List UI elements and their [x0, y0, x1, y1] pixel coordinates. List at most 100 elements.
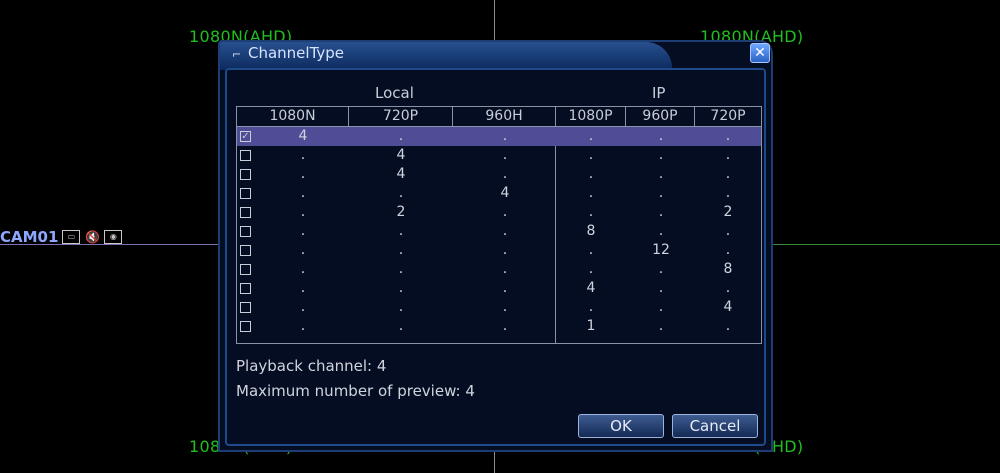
dialog-titlebar[interactable]: ⌐ ChannelType	[220, 42, 672, 70]
table-cell: .	[300, 280, 306, 296]
table-cell: 4	[586, 280, 596, 296]
table-row[interactable]: ... 8..	[237, 222, 761, 241]
table-cell: .	[725, 128, 731, 144]
table-row[interactable]: .... 12.	[237, 241, 761, 260]
table-cell: .	[502, 223, 508, 239]
grid-horizontal-line-right	[772, 244, 1000, 245]
table-cell: .	[588, 166, 594, 182]
table-cell: .	[588, 299, 594, 315]
column-header-720p-local: 720P	[349, 107, 453, 127]
table-cell: .	[502, 204, 508, 220]
table-cell: .	[398, 223, 404, 239]
table-cell: .	[658, 128, 664, 144]
table-row[interactable]: . 2... 2	[237, 203, 761, 222]
table-cell: 2	[723, 204, 733, 220]
table-cell: .	[398, 299, 404, 315]
table-cell: .	[502, 166, 508, 182]
row-checkbox[interactable]	[240, 169, 251, 180]
table-row[interactable]: ... 1..	[237, 317, 761, 336]
table-cell: .	[725, 280, 731, 296]
table-cell: .	[658, 147, 664, 163]
table-cell: .	[300, 242, 306, 258]
table-cell: 4	[298, 128, 308, 144]
table-cell: 12	[652, 242, 670, 258]
ip-group-title: IP	[652, 84, 666, 102]
table-cell: 8	[723, 261, 733, 277]
table-cell: .	[588, 204, 594, 220]
row-checkbox[interactable]	[240, 283, 251, 294]
table-cell: 4	[396, 147, 406, 163]
table-cell: .	[300, 147, 306, 163]
table-cell: .	[398, 185, 404, 201]
row-checkbox[interactable]	[240, 207, 251, 218]
record-icon: ▭	[62, 230, 81, 244]
table-cell: .	[300, 223, 306, 239]
table-cell: .	[300, 318, 306, 334]
table-row[interactable]: ... 4..	[237, 279, 761, 298]
channel-type-dialog: ⌐ ChannelType ✕ Local IP 1080N 720P 960H…	[218, 40, 773, 452]
table-cell: .	[502, 242, 508, 258]
channel-type-table: 1080N 720P 960H 1080P 960P 720P ✓ 4......…	[236, 106, 762, 344]
dialog-title: ChannelType	[248, 44, 345, 62]
table-cell: .	[502, 299, 508, 315]
table-cell: .	[588, 185, 594, 201]
table-row[interactable]: ✓ 4.....	[237, 127, 761, 146]
camera-name: CAM01	[0, 228, 59, 246]
ok-button[interactable]: OK	[578, 414, 664, 438]
camera-icon: ◉	[104, 230, 123, 244]
column-header-1080n: 1080N	[237, 107, 349, 127]
table-cell: .	[658, 185, 664, 201]
table-cell: .	[658, 261, 664, 277]
table-row[interactable]: . 4....	[237, 146, 761, 165]
table-cell: .	[398, 242, 404, 258]
row-checkbox[interactable]	[240, 245, 251, 256]
table-cell: .	[725, 223, 731, 239]
row-checkbox[interactable]: ✓	[240, 131, 251, 142]
table-cell: .	[658, 280, 664, 296]
table-cell: .	[300, 261, 306, 277]
table-row[interactable]: .. 4...	[237, 184, 761, 203]
close-button[interactable]: ✕	[750, 43, 770, 63]
table-cell: .	[502, 318, 508, 334]
table-cell: .	[588, 261, 594, 277]
dialog-title-icon: ⌐	[232, 48, 242, 61]
row-checkbox[interactable]	[240, 264, 251, 275]
table-cell: .	[398, 261, 404, 277]
column-header-960h: 960H	[453, 107, 556, 127]
row-checkbox[interactable]	[240, 226, 251, 237]
table-cell: .	[398, 318, 404, 334]
table-cell: .	[398, 128, 404, 144]
row-checkbox[interactable]	[240, 321, 251, 332]
cancel-button[interactable]: Cancel	[672, 414, 758, 438]
playback-channel-text: Playback channel: 4	[236, 357, 387, 375]
max-preview-text: Maximum number of preview: 4	[236, 382, 475, 400]
table-cell: 4	[723, 299, 733, 315]
table-cell: .	[588, 147, 594, 163]
column-header-720p-ip: 720P	[695, 107, 761, 127]
table-cell: .	[725, 185, 731, 201]
table-row[interactable]: ..... 4	[237, 298, 761, 317]
table-cell: .	[300, 299, 306, 315]
table-cell: .	[502, 147, 508, 163]
table-cell: 1	[586, 318, 596, 334]
table-row[interactable]: ..... 8	[237, 260, 761, 279]
table-cell: 2	[396, 204, 406, 220]
row-checkbox[interactable]	[240, 188, 251, 199]
local-group-title: Local	[375, 84, 414, 102]
table-cell: .	[588, 128, 594, 144]
camera-overlay: CAM01 ▭ 🔇 ◉	[0, 228, 123, 246]
table-cell: .	[300, 166, 306, 182]
table-cell: .	[300, 204, 306, 220]
table-cell: .	[725, 147, 731, 163]
table-cell: 8	[586, 223, 596, 239]
row-checkbox[interactable]	[240, 150, 251, 161]
table-cell: .	[725, 318, 731, 334]
table-row[interactable]: . 4....	[237, 165, 761, 184]
table-cell: .	[502, 261, 508, 277]
table-cell: 4	[396, 166, 406, 182]
column-header-1080p: 1080P	[556, 107, 626, 127]
table-cell: .	[725, 242, 731, 258]
row-checkbox[interactable]	[240, 302, 251, 313]
table-cell: .	[398, 280, 404, 296]
audio-mute-icon: 🔇	[84, 230, 100, 244]
